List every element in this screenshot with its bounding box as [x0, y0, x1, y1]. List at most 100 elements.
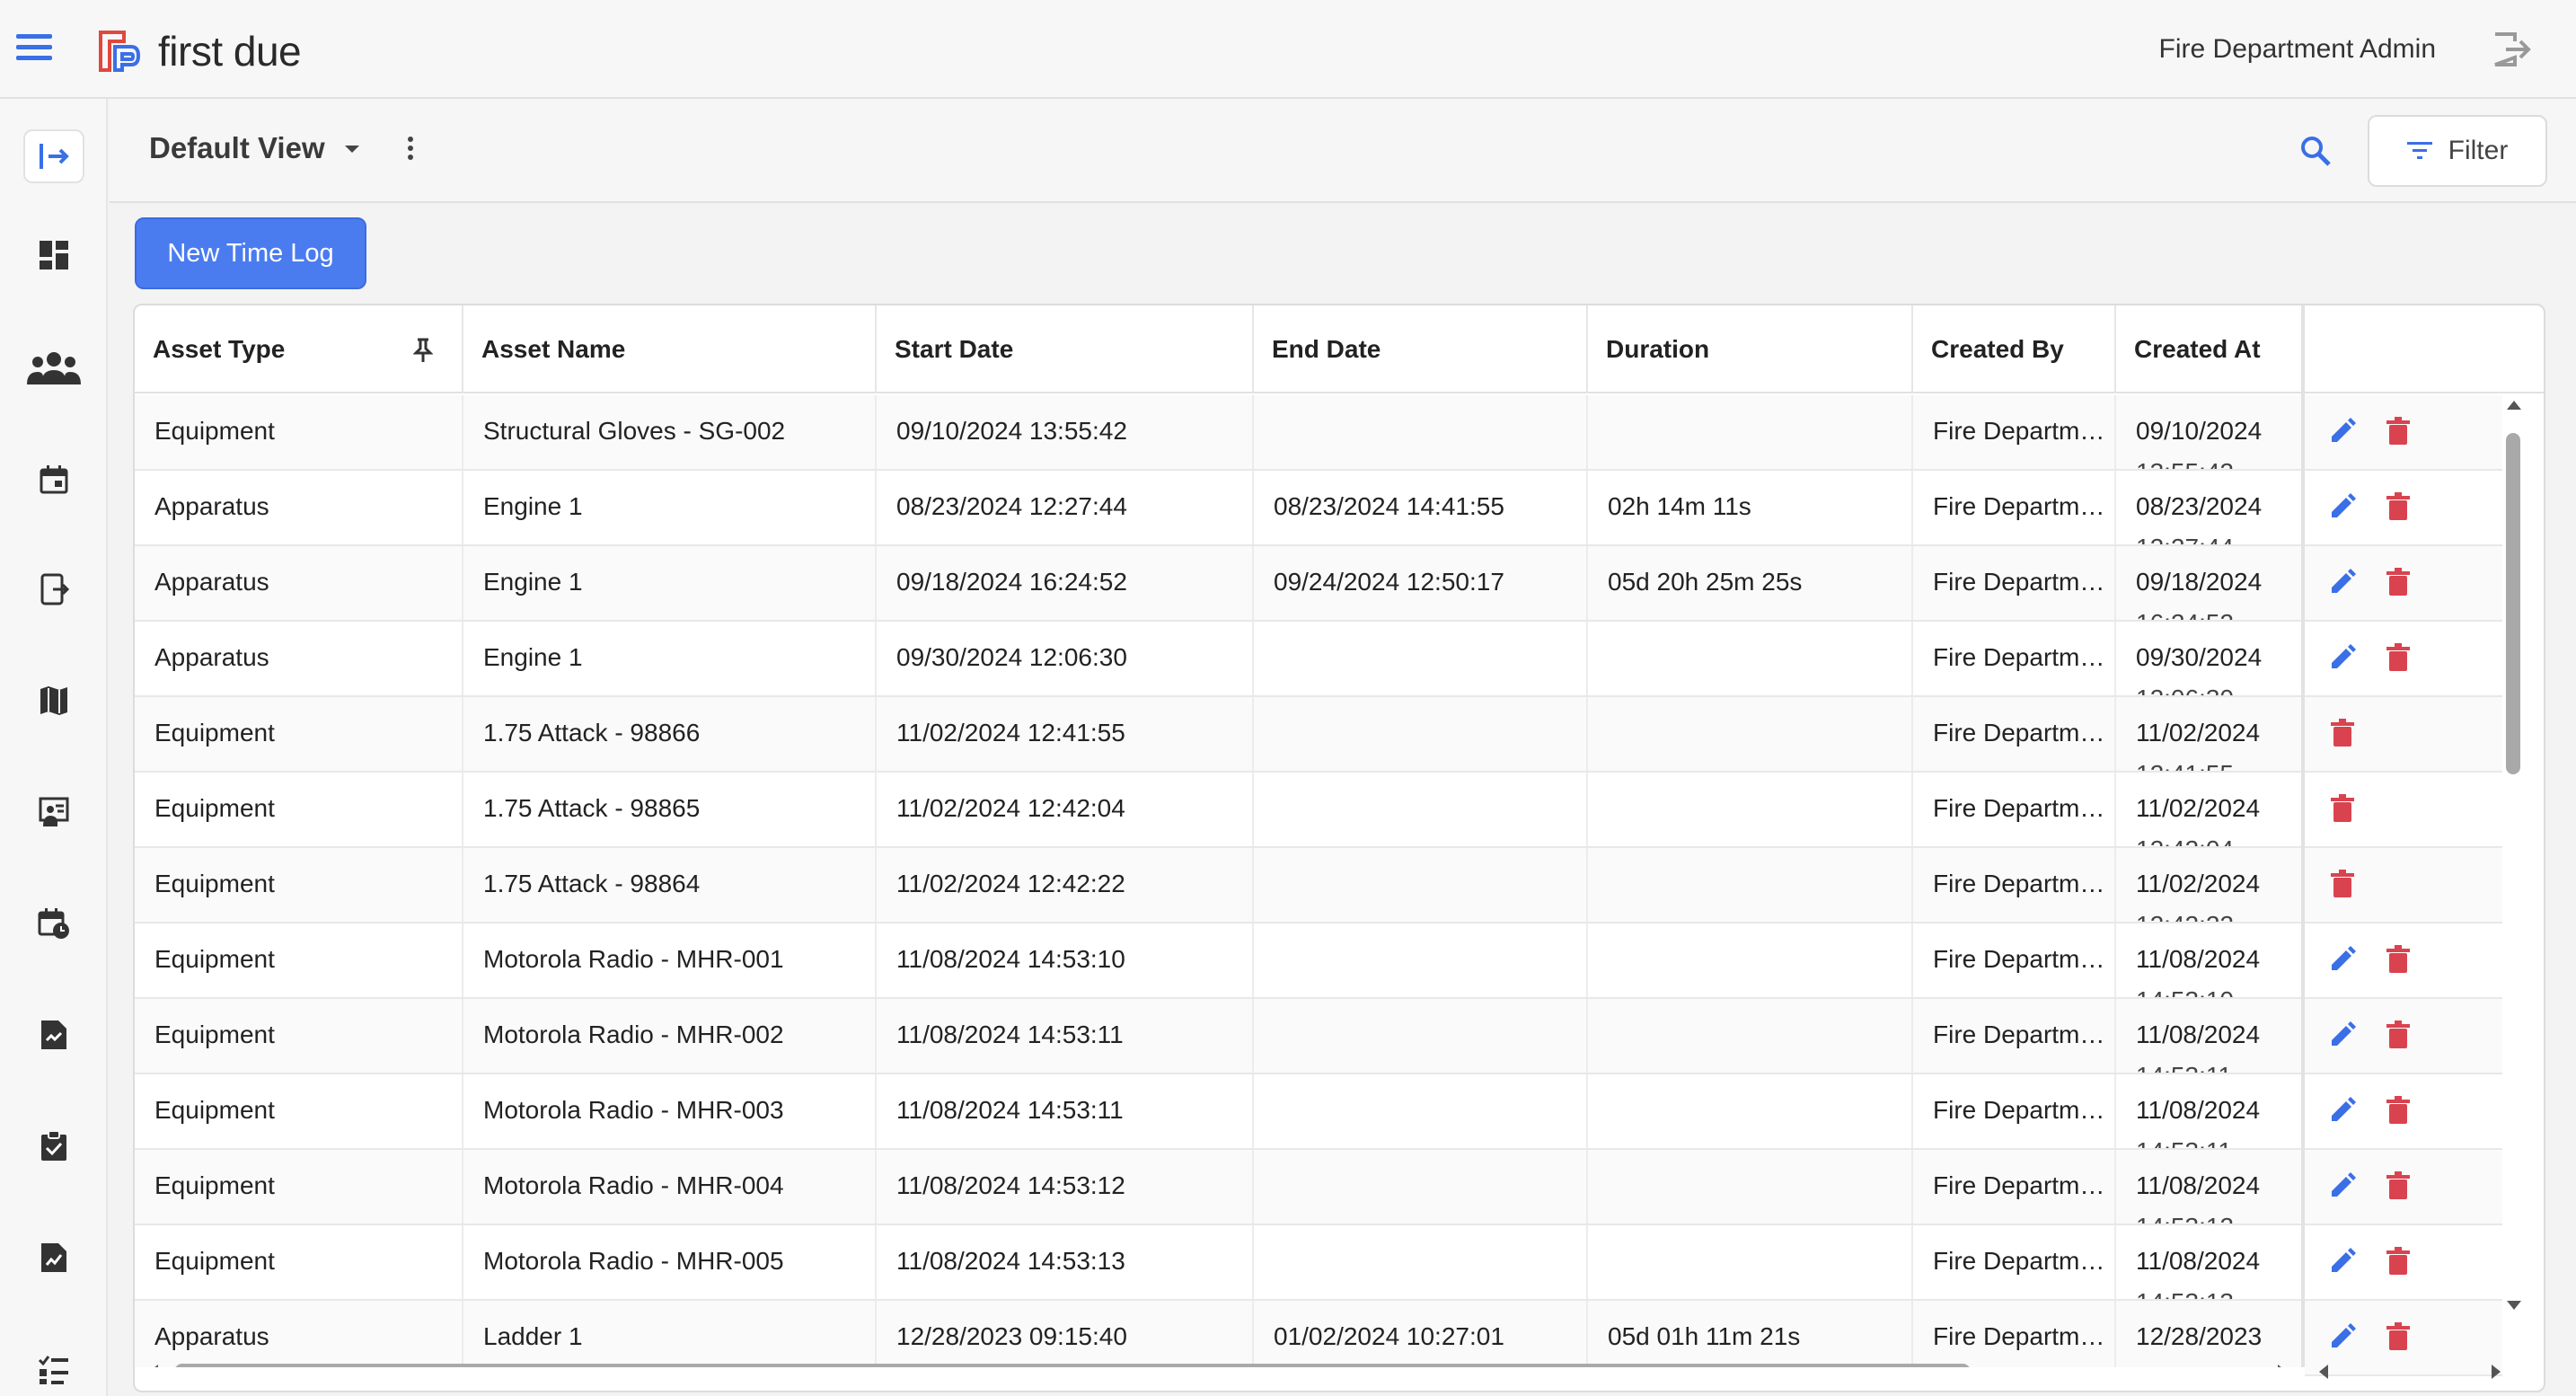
table-row[interactable]: Equipment Structural Gloves - SG-002 09/10…: [135, 395, 2301, 471]
edit-icon[interactable]: [2326, 641, 2359, 674]
cell-start-date: 08/23/2024 12:27:44: [877, 471, 1254, 544]
edit-icon[interactable]: [2326, 415, 2359, 447]
actions-horizontal-scrollbar[interactable]: [2305, 1351, 2544, 1391]
delete-icon[interactable]: [2382, 566, 2414, 598]
edit-icon[interactable]: [2326, 1094, 2359, 1127]
delete-icon[interactable]: [2382, 943, 2414, 976]
horizontal-scrollbar[interactable]: [135, 1351, 2301, 1367]
filter-button[interactable]: Filter: [2368, 115, 2547, 187]
cell-duration: [1588, 999, 1913, 1073]
table-header: Asset Type Asset Name Start Date End Dat…: [135, 305, 2301, 393]
delete-icon[interactable]: [2326, 792, 2359, 825]
scroll-left-icon[interactable]: [147, 1364, 160, 1367]
created-at-date: 11/02/2024: [2136, 719, 2261, 747]
document-icon[interactable]: [32, 1236, 75, 1279]
search-icon[interactable]: [2298, 133, 2333, 169]
column-header-asset-type[interactable]: Asset Type: [135, 305, 463, 393]
cell-created-at: 11/02/2024 12:41:55: [2116, 697, 2301, 771]
created-at-time: 14:53:12: [2136, 1213, 2301, 1224]
created-at-time: 14:53:11: [2136, 1137, 2301, 1148]
delete-icon[interactable]: [2382, 1321, 2414, 1353]
created-at-time: 14:53:10: [2136, 986, 2301, 997]
schedule-icon[interactable]: [32, 902, 75, 945]
created-at-date: 08/23/2024: [2136, 492, 2263, 520]
table-row[interactable]: Equipment Motorola Radio - MHR-002 11/08/2…: [135, 999, 2301, 1074]
map-icon[interactable]: [32, 679, 75, 722]
cell-created-by: Fire Department Admin: [1913, 546, 2116, 620]
column-header-start-date[interactable]: Start Date: [877, 305, 1254, 393]
delete-icon[interactable]: [2382, 1094, 2414, 1127]
cell-end-date: [1254, 395, 1588, 469]
delete-icon[interactable]: [2382, 1170, 2414, 1202]
cell-created-by: Fire Department Admin: [1913, 622, 2116, 695]
calendar-icon[interactable]: [32, 458, 75, 501]
column-header-created-by[interactable]: Created By: [1913, 305, 2116, 393]
row-actions: [2305, 471, 2502, 546]
report-icon[interactable]: [32, 1013, 75, 1056]
delete-icon[interactable]: [2326, 717, 2359, 749]
vertical-scrollbar[interactable]: [2501, 399, 2526, 1324]
new-time-log-button[interactable]: New Time Log: [135, 217, 366, 289]
first-due-logo-icon: [99, 31, 141, 72]
more-options-icon[interactable]: [406, 137, 415, 163]
cell-end-date: [1254, 848, 1588, 922]
table-row[interactable]: Equipment Motorola Radio - MHR-001 11/08/2…: [135, 923, 2301, 999]
created-at-date: 09/10/2024: [2136, 417, 2263, 445]
table-row[interactable]: Apparatus Engine 1 08/23/2024 12:27:44 08/2…: [135, 471, 2301, 546]
sidebar-toggle-button[interactable]: [23, 129, 84, 183]
scroll-down-icon[interactable]: [2506, 1299, 2522, 1312]
vertical-scroll-thumb[interactable]: [2506, 433, 2520, 774]
actions-scroll-right-icon[interactable]: [2490, 1364, 2502, 1380]
delete-icon[interactable]: [2382, 641, 2414, 674]
checklist-icon[interactable]: [32, 1125, 75, 1168]
cell-asset-type: Equipment: [135, 1150, 463, 1224]
device-icon[interactable]: [32, 568, 75, 611]
delete-icon[interactable]: [2382, 490, 2414, 523]
created-at-time: 12:42:22: [2136, 911, 2301, 922]
table-row[interactable]: Equipment 1.75 Attack - 98866 11/02/2024 1…: [135, 697, 2301, 773]
view-selector[interactable]: Default View: [149, 131, 325, 165]
table-row[interactable]: Equipment 1.75 Attack - 98864 11/02/2024 1…: [135, 848, 2301, 923]
cell-asset-type: Equipment: [135, 1225, 463, 1299]
delete-icon[interactable]: [2326, 868, 2359, 900]
table-row[interactable]: Equipment 1.75 Attack - 98865 11/02/2024 1…: [135, 773, 2301, 848]
column-header-duration[interactable]: Duration: [1588, 305, 1913, 393]
edit-icon[interactable]: [2326, 566, 2359, 598]
table-row[interactable]: Equipment Motorola Radio - MHR-004 11/08/2…: [135, 1150, 2301, 1225]
column-header-end-date[interactable]: End Date: [1254, 305, 1588, 393]
people-icon[interactable]: [25, 347, 83, 390]
pin-icon[interactable]: [413, 338, 433, 363]
menu-icon[interactable]: [16, 34, 52, 63]
edit-icon[interactable]: [2326, 1245, 2359, 1277]
created-at-date: 09/30/2024: [2136, 643, 2263, 671]
inventory-icon[interactable]: [32, 791, 75, 834]
delete-icon[interactable]: [2382, 415, 2414, 447]
edit-icon[interactable]: [2326, 490, 2359, 523]
edit-icon[interactable]: [2326, 1019, 2359, 1051]
logout-icon[interactable]: [2492, 31, 2533, 68]
table-row[interactable]: Apparatus Engine 1 09/18/2024 16:24:52 09/2…: [135, 546, 2301, 622]
chevron-down-icon[interactable]: [345, 146, 359, 153]
cell-created-at: 09/18/2024 16:24:52: [2116, 546, 2301, 620]
delete-icon[interactable]: [2382, 1019, 2414, 1051]
column-header-created-at[interactable]: Created At: [2116, 305, 2301, 393]
table-row[interactable]: Equipment Motorola Radio - MHR-005 11/08/2…: [135, 1225, 2301, 1301]
edit-icon[interactable]: [2326, 1170, 2359, 1202]
actions-scroll-left-icon[interactable]: [2317, 1364, 2330, 1380]
scroll-right-icon[interactable]: [2276, 1364, 2289, 1367]
scroll-up-icon[interactable]: [2506, 399, 2522, 411]
edit-icon[interactable]: [2326, 943, 2359, 976]
table-row[interactable]: Apparatus Engine 1 09/30/2024 12:06:30 Fire…: [135, 622, 2301, 697]
table-row[interactable]: Equipment Motorola Radio - MHR-003 11/08/2…: [135, 1074, 2301, 1150]
cell-created-by: Fire Department Admin: [1913, 1225, 2116, 1299]
dashboard-icon[interactable]: [32, 234, 75, 277]
cell-created-by: Fire Department Admin: [1913, 1150, 2116, 1224]
user-name[interactable]: Fire Department Admin: [2159, 34, 2436, 65]
tasks-icon[interactable]: [32, 1347, 75, 1391]
cell-start-date: 09/30/2024 12:06:30: [877, 622, 1254, 695]
column-header-asset-name[interactable]: Asset Name: [463, 305, 877, 393]
delete-icon[interactable]: [2382, 1245, 2414, 1277]
horizontal-scroll-thumb[interactable]: [174, 1364, 1971, 1367]
cell-created-by: Fire Department Admin: [1913, 773, 2116, 846]
edit-icon[interactable]: [2326, 1321, 2359, 1353]
